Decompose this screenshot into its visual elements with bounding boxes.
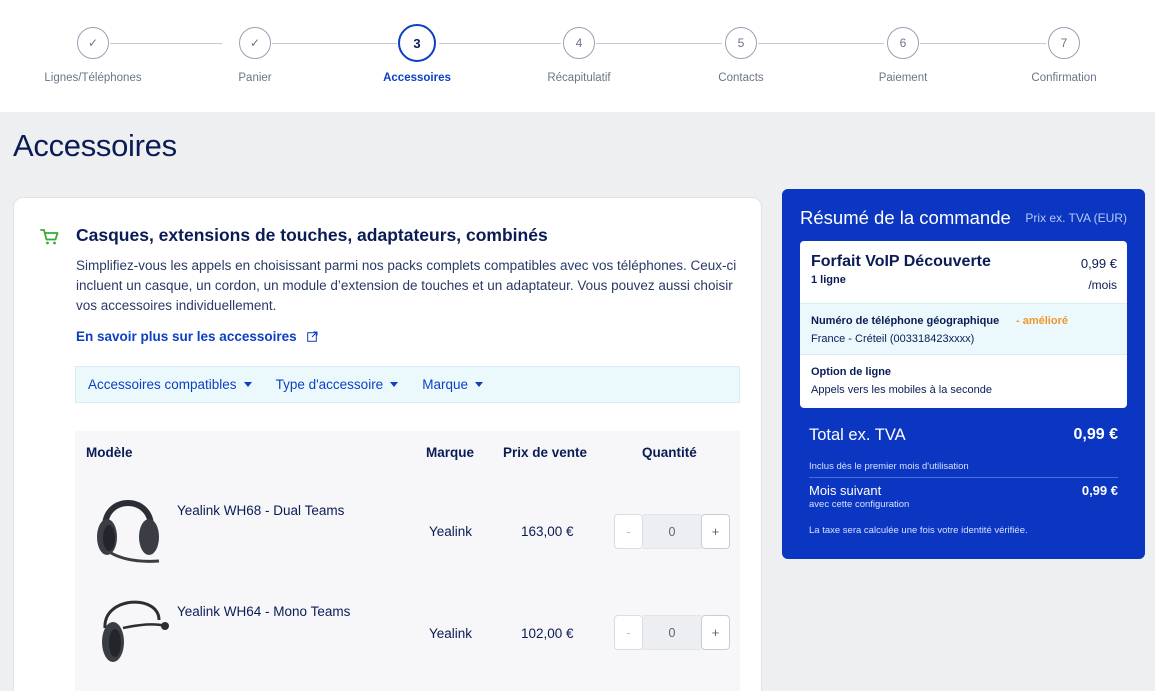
step-number: 4 <box>563 27 595 59</box>
filter-compatible-accessories[interactable]: Accessoires compatibles <box>88 377 252 392</box>
page-title: Accessoires <box>13 128 177 163</box>
product-price: 163,00 € <box>521 524 574 539</box>
caret-down-icon <box>390 382 399 387</box>
step-confirmation: 7 Confirmation <box>989 27 1139 84</box>
product-brand: Yealink <box>429 626 473 641</box>
step-number: 6 <box>887 27 919 59</box>
step-lignes-telephones[interactable]: ✓ Lignes/Téléphones <box>18 27 168 84</box>
filter-accessory-type[interactable]: Type d'accessoire <box>276 377 399 392</box>
step-number: 7 <box>1048 27 1080 59</box>
order-summary: Résumé de la commande Prix ex. TVA (EUR)… <box>782 189 1145 559</box>
step-accessoires: 3 Accessoires <box>342 24 492 84</box>
product-name: Yealink WH64 - Mono Teams <box>177 604 351 619</box>
item-label: Option de ligne <box>811 366 892 378</box>
table-row: Yealink WH64 - Mono Teams Yealink 102,00… <box>75 588 740 691</box>
column-header-quantity: Quantité <box>642 445 697 460</box>
product-price: 102,00 € <box>521 626 574 641</box>
product-name: Yealink WH68 - Dual Teams <box>177 503 345 518</box>
next-month-label: Mois suivant <box>809 483 882 498</box>
summary-plan-box: Forfait VoIP Découverte 1 ligne 0,99 € /… <box>800 241 1127 408</box>
step-paiement: 6 Paiement <box>828 27 978 84</box>
check-icon: ✓ <box>77 27 109 59</box>
column-header-price: Prix de vente <box>503 445 588 460</box>
quantity-stepper: - 0 + <box>614 514 730 549</box>
quantity-value[interactable]: 0 <box>643 615 701 650</box>
learn-more-label: En savoir plus sur les accessoires <box>76 329 297 344</box>
item-label: Numéro de téléphone géographique <box>811 315 1000 327</box>
item-value: France - Créteil (003318423xxxx) <box>811 333 975 345</box>
external-link-icon <box>306 331 318 342</box>
step-label: Lignes/Téléphones <box>44 72 142 84</box>
table-row: Yealink WH68 - Dual Teams Yealink 163,00… <box>75 485 740 589</box>
step-label: Contacts <box>718 72 764 84</box>
next-month-subtitle: avec cette configuration <box>809 499 910 510</box>
tax-note: La taxe sera calculée une fois votre ide… <box>809 525 1028 536</box>
cart-icon <box>40 229 59 245</box>
summary-item-phone-number: Numéro de téléphone géographique - améli… <box>800 303 1127 355</box>
plan-lines: 1 ligne <box>811 274 846 286</box>
filter-label: Marque <box>422 377 468 392</box>
filter-bar: Accessoires compatibles Type d'accessoir… <box>75 366 740 403</box>
total-label: Total ex. TVA <box>809 426 906 444</box>
step-label: Récapitulatif <box>547 72 611 84</box>
section-description: Simplifiez-vous les appels en choisissan… <box>76 258 737 313</box>
caret-down-icon <box>474 382 483 387</box>
step-contacts: 5 Contacts <box>666 27 816 84</box>
decrement-button[interactable]: - <box>614 615 643 650</box>
step-label: Paiement <box>878 72 928 84</box>
headset-dual-image <box>97 500 160 563</box>
increment-button[interactable]: + <box>701 615 730 650</box>
step-recapitulatif: 4 Récapitulatif <box>504 27 654 84</box>
step-number: 3 <box>398 24 436 62</box>
quantity-stepper: - 0 + <box>614 615 730 650</box>
summary-divider <box>809 477 1118 478</box>
plan-price: 0,99 € <box>1080 256 1117 271</box>
step-panier[interactable]: ✓ Panier <box>180 27 330 84</box>
accessories-table: Modèle Marque Prix de vente Quantité Yea… <box>75 431 740 691</box>
product-brand: Yealink <box>429 524 473 539</box>
filter-brand[interactable]: Marque <box>422 377 483 392</box>
next-month-value: 0,99 € <box>1081 483 1118 498</box>
filter-label: Accessoires compatibles <box>88 377 237 392</box>
accessories-card: Casques, extensions de touches, adaptate… <box>13 197 762 691</box>
summary-subtitle: Prix ex. TVA (EUR) <box>1025 211 1127 225</box>
filter-label: Type d'accessoire <box>275 377 384 392</box>
section-title: Casques, extensions de touches, adaptate… <box>76 225 548 245</box>
column-header-model: Modèle <box>86 445 133 460</box>
summary-item-line-option: Option de ligne Appels vers les mobiles … <box>800 355 1127 407</box>
step-number: 5 <box>725 27 757 59</box>
increment-button[interactable]: + <box>701 514 730 549</box>
headset-mono-image <box>102 600 169 662</box>
step-label: Panier <box>238 72 272 84</box>
item-value: Appels vers les mobiles à la seconde <box>811 384 992 396</box>
caret-down-icon <box>243 382 252 387</box>
check-icon: ✓ <box>239 27 271 59</box>
included-note: Inclus dès le premier mois d'utilisation <box>809 461 969 472</box>
learn-more-link[interactable]: En savoir plus sur les accessoires <box>76 329 318 344</box>
quantity-value[interactable]: 0 <box>643 514 701 549</box>
decrement-button[interactable]: - <box>614 514 643 549</box>
checkout-stepper: ✓ Lignes/Téléphones ✓ Panier 3 Accessoir… <box>0 0 1155 112</box>
step-label: Accessoires <box>383 72 451 84</box>
upgrade-badge: - amélioré <box>1016 315 1068 327</box>
plan-name: Forfait VoIP Découverte <box>811 253 991 270</box>
total-value: 0,99 € <box>1073 426 1118 443</box>
summary-title: Résumé de la commande <box>800 207 1011 228</box>
column-header-brand: Marque <box>426 445 475 460</box>
plan-period: /mois <box>1088 278 1117 292</box>
step-label: Confirmation <box>1031 72 1097 84</box>
